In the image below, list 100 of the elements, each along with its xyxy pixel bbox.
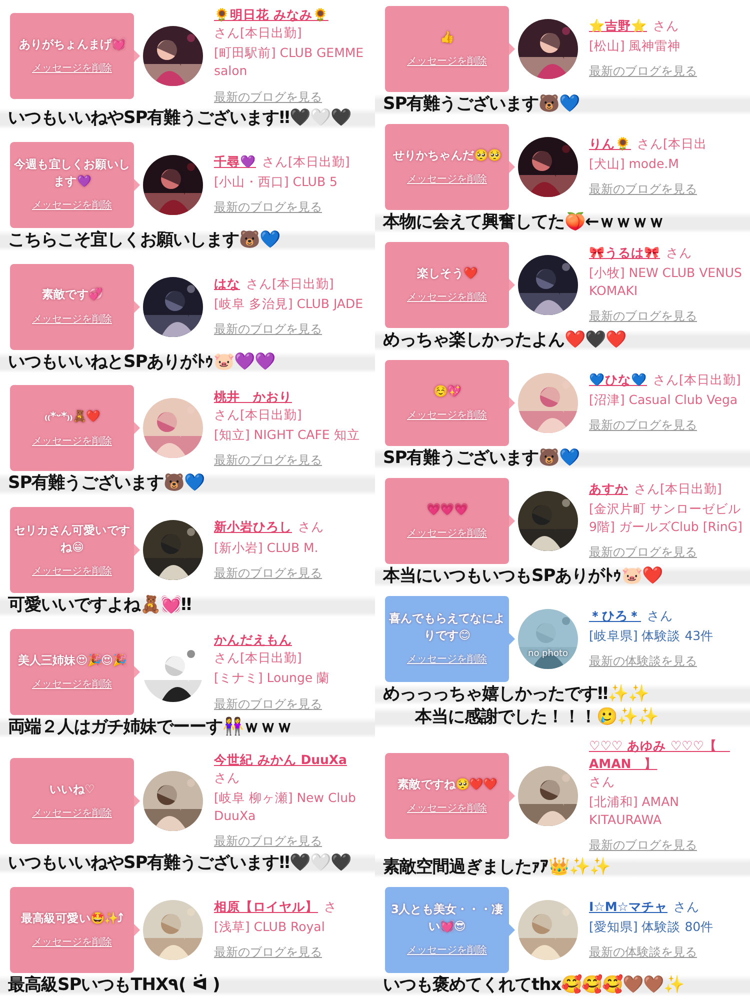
message-text: 喜んでもらえてなによりです😊 bbox=[388, 610, 506, 644]
shop-label: [金沢片町 サンローゼビル9階] ガールズClub [RinG] bbox=[589, 500, 744, 536]
caption-text: めっちゃ楽しかったよん❤🖤❤ bbox=[375, 330, 750, 352]
latest-posts-link[interactable]: 最新のブログを見る bbox=[589, 544, 746, 562]
shop-label: [岐阜 多治見] CLUB JADE bbox=[214, 294, 364, 313]
honorific-label: さん[本日出勤] bbox=[653, 370, 741, 389]
latest-posts-link[interactable]: 最新の体験談を見る bbox=[589, 944, 746, 962]
shop-label: [愛知県] 体験談 80件 bbox=[589, 918, 715, 936]
latest-posts-link[interactable]: 最新のブログを見る bbox=[589, 837, 746, 855]
latest-posts-link[interactable]: 最新のブログを見る bbox=[214, 199, 371, 217]
honorific-label: さん bbox=[653, 17, 679, 36]
caption-text: 可愛いいですよね🧸💓‼ bbox=[0, 595, 375, 617]
honorific-label: さん bbox=[214, 769, 240, 788]
profile-name-link[interactable]: 新小岩ひろし bbox=[214, 518, 292, 537]
no-photo-label: no photo bbox=[526, 648, 570, 659]
profile-name-link[interactable]: 相原【ロイヤル】 bbox=[214, 898, 318, 916]
profile-name-link[interactable]: 💙ひな💙 bbox=[589, 370, 647, 390]
latest-posts-link[interactable]: 最新のブログを見る bbox=[589, 181, 746, 199]
message-text: 👍 bbox=[440, 28, 454, 46]
message-text: ありがちょんまげ💓 bbox=[18, 36, 126, 53]
caption-text: SP有難うございます🐻💙 bbox=[375, 448, 750, 470]
caption-text: SP有難うございます🐻💙 bbox=[0, 473, 375, 495]
shop-label: [小牧] NEW CLUB VENUS KOMAKI bbox=[589, 264, 743, 300]
latest-posts-link[interactable]: 最新のブログを見る bbox=[589, 63, 746, 81]
honorific-label: さん bbox=[589, 773, 615, 792]
profile-name-link[interactable]: 今世紀 みかん DuuXa bbox=[214, 750, 347, 770]
delete-message-link[interactable]: メッセージを削除 bbox=[407, 526, 487, 541]
delete-message-link[interactable]: メッセージを削除 bbox=[32, 677, 112, 692]
profile-name-link[interactable]: 桃井 かおり bbox=[214, 388, 292, 406]
latest-posts-link[interactable]: 最新のブログを見る bbox=[589, 308, 746, 326]
caption-text: 素敵空間過ぎましたｧｱ👑✨✨ bbox=[375, 856, 750, 878]
message-text: 美人三姉妹😍🎉😍🎉 bbox=[18, 652, 126, 669]
shop-label: [新小岩] CLUB M. bbox=[214, 538, 320, 557]
latest-posts-link[interactable]: 最新のブログを見る bbox=[214, 564, 371, 582]
shop-label: [岐阜 柳ヶ瀬] New Club DuuXa bbox=[214, 789, 357, 826]
shop-label: [知立] NIGHT CAFE 知立 bbox=[214, 426, 361, 444]
latest-posts-link[interactable]: 最新のブログを見る bbox=[214, 452, 371, 470]
latest-posts-link[interactable]: 最新のブログを見る bbox=[214, 88, 371, 106]
caption-text: 本当にいつもいつもSPありがﾄｩ🐷❤ bbox=[375, 566, 750, 587]
message-text: 今週も宜しくお願いします💜 bbox=[12, 156, 131, 190]
latest-posts-link[interactable]: 最新のブログを見る bbox=[214, 944, 371, 962]
latest-posts-link[interactable]: 最新のブログを見る bbox=[214, 696, 371, 713]
shop-label: [沼津] Casual Club Vega bbox=[589, 391, 739, 410]
message-text: 3人とも美女・・・凄い💓😎 bbox=[390, 900, 504, 936]
delete-message-link[interactable]: メッセージを削除 bbox=[407, 800, 487, 816]
message-text: せりかちゃんだ🥺🥺 bbox=[392, 146, 502, 164]
delete-message-link[interactable]: メッセージを削除 bbox=[32, 934, 112, 950]
profile-name-link[interactable]: 🌻明日花 みなみ🌻 bbox=[214, 6, 328, 24]
delete-message-link[interactable]: メッセージを削除 bbox=[407, 943, 487, 958]
honorific-label: さん[本日出勤] bbox=[634, 480, 722, 498]
caption-text: いつもいいねやSP有難うございます‼🖤🤍🖤 bbox=[0, 852, 375, 874]
message-text: セリカさん可愛いですね😁 bbox=[12, 522, 131, 556]
caption-text: SP有難うございます🐻💙 bbox=[375, 94, 750, 116]
profile-name-link[interactable]: ⭐吉野⭐ bbox=[589, 17, 647, 36]
latest-posts-link[interactable]: 最新のブログを見る bbox=[214, 833, 371, 851]
profile-name-link[interactable]: はな bbox=[214, 274, 240, 293]
message-text: 素敵ですね🥺❤❤ bbox=[398, 776, 496, 793]
honorific-label: さん[本日出勤] bbox=[246, 274, 334, 293]
profile-name-link[interactable]: ♡♡♡ あゆみ ♡♡♡【 AMAN 】 bbox=[589, 736, 746, 774]
delete-message-link[interactable]: メッセージを削除 bbox=[407, 290, 487, 305]
profile-name-link[interactable]: あすか bbox=[589, 480, 628, 498]
delete-message-link[interactable]: メッセージを削除 bbox=[32, 434, 112, 449]
honorific-label: さん bbox=[647, 606, 673, 625]
caption-text: いつも褒めてくれてthx🥰🥰🥰🤎🤎✨ bbox=[375, 974, 750, 996]
delete-message-link[interactable]: メッセージを削除 bbox=[32, 312, 112, 327]
shop-label: [岐阜県] 体験談 43件 bbox=[589, 626, 715, 645]
profile-name-link[interactable]: ＊ひろ＊ bbox=[589, 606, 641, 625]
profile-name-link[interactable]: 🎀うるは🎀 bbox=[589, 244, 660, 262]
profile-name-link[interactable]: 千尋💜 bbox=[214, 152, 256, 172]
honorific-label: さん[本日出勤] bbox=[214, 406, 302, 424]
caption-text: こちらこそ宜しくお願いします🐻💙 bbox=[0, 230, 375, 251]
shop-label: [小山・西口] CLUB 5 bbox=[214, 173, 338, 192]
message-text: 最高級可愛い🤩✨⤴ bbox=[20, 910, 124, 927]
honorific-label: さん[本日出勤] bbox=[214, 649, 302, 668]
delete-message-link[interactable]: メッセージを削除 bbox=[32, 61, 112, 76]
honorific-label: さん[本日出勤] bbox=[214, 24, 302, 42]
latest-posts-link[interactable]: 最新のブログを見る bbox=[214, 321, 371, 338]
delete-message-link[interactable]: メッセージを削除 bbox=[407, 54, 487, 70]
message-text: いいね♡ bbox=[50, 780, 94, 798]
delete-message-link[interactable]: メッセージを削除 bbox=[32, 198, 112, 214]
latest-posts-link[interactable]: 最新の体験談を見る bbox=[589, 653, 746, 670]
delete-message-link[interactable]: メッセージを削除 bbox=[32, 806, 112, 822]
delete-message-link[interactable]: メッセージを削除 bbox=[407, 408, 487, 423]
caption-text: 両端２人はガチ姉妹でーーす👭ｗｗｗ bbox=[0, 717, 375, 738]
honorific-label: さん[本日出勤] bbox=[262, 152, 350, 171]
profile-name-link[interactable]: I☆M☆マチャ bbox=[589, 898, 668, 916]
shop-label: [町田駅前] CLUB GEMME salon bbox=[214, 44, 365, 80]
delete-message-link[interactable]: メッセージを削除 bbox=[407, 172, 487, 188]
latest-posts-link[interactable]: 最新のブログを見る bbox=[589, 417, 746, 435]
shop-label: [北浦和] AMAN KITAURAWA bbox=[589, 793, 680, 830]
caption-text: 最高級SPいつもTHX٩( ᐛ ) bbox=[0, 974, 375, 996]
caption-text: 本物に会えて興奮してた🍑←ｗｗｗｗ bbox=[375, 212, 750, 234]
shop-label: [松山] 風神雷神 bbox=[589, 37, 682, 56]
honorific-label: さ bbox=[324, 898, 337, 916]
profile-name-link[interactable]: かんだえもん bbox=[214, 631, 292, 650]
profile-name-link[interactable]: りん🌻 bbox=[589, 135, 631, 154]
honorific-label: さん bbox=[298, 518, 324, 536]
delete-message-link[interactable]: メッセージを削除 bbox=[32, 564, 112, 580]
message-text: 💗💗💗 bbox=[426, 500, 468, 518]
delete-message-link[interactable]: メッセージを削除 bbox=[407, 652, 487, 668]
